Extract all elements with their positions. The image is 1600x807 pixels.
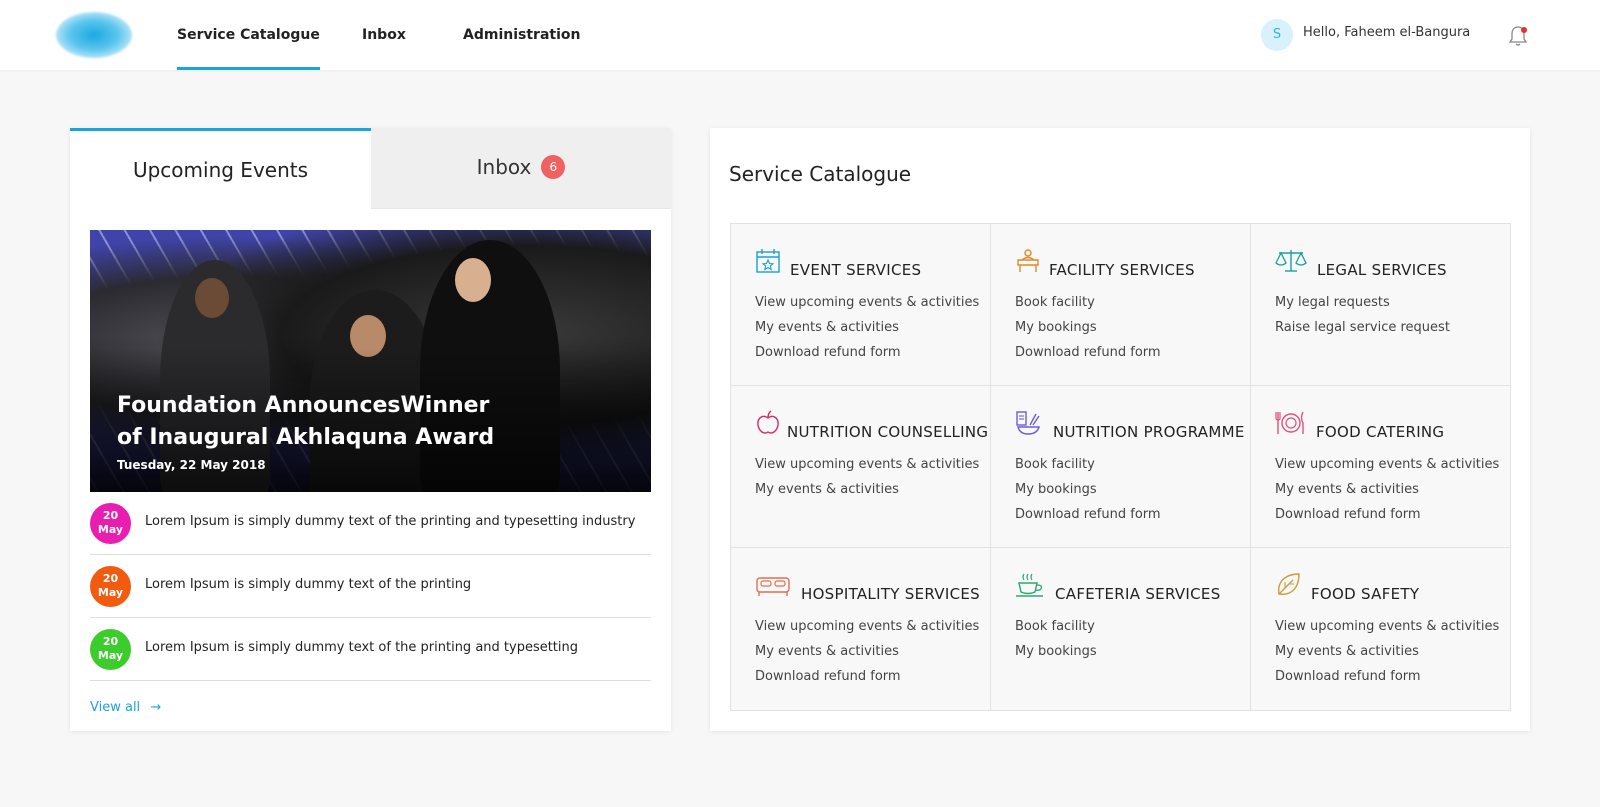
service-link[interactable]: My bookings: [1015, 482, 1097, 497]
facility-icon: [1017, 249, 1039, 272]
event-day: 20: [102, 635, 119, 648]
hero-date: Tuesday, 22 May 2018: [117, 458, 266, 472]
event-text: Lorem Ipsum is simply dummy text of the …: [145, 514, 636, 529]
service-card-legal-services: LEGAL SERVICES My legal requests Raise l…: [1251, 224, 1511, 386]
service-link[interactable]: Book facility: [1015, 619, 1095, 634]
event-date-badge: 20 May: [90, 503, 131, 544]
service-link[interactable]: My legal requests: [1275, 295, 1390, 310]
meal-icon: [1016, 411, 1040, 435]
service-card-nutrition-programme: NUTRITION PROGRAMME Book facility My boo…: [991, 386, 1251, 548]
service-catalogue-panel: Service Catalogue EVENT SERVICES View up…: [710, 128, 1530, 731]
event-date-badge: 20 May: [90, 629, 131, 670]
hero-title: Foundation AnnouncesWinner of Inaugural …: [117, 390, 517, 454]
service-card-facility-services: FACILITY SERVICES Book facility My booki…: [991, 224, 1251, 386]
service-card-event-services: EVENT SERVICES View upcoming events & ac…: [731, 224, 991, 386]
scales-icon: [1275, 250, 1307, 272]
service-title: FOOD SAFETY: [1311, 585, 1420, 603]
tab-inbox[interactable]: Inbox 6: [371, 128, 671, 209]
service-link[interactable]: My bookings: [1015, 320, 1097, 335]
service-grid: EVENT SERVICES View upcoming events & ac…: [730, 223, 1511, 711]
service-title: HOSPITALITY SERVICES: [801, 585, 980, 603]
view-all-label: View all: [90, 700, 141, 715]
service-link[interactable]: Download refund form: [1015, 345, 1161, 360]
service-link[interactable]: My events & activities: [1275, 482, 1419, 497]
list-item[interactable]: 20 May Lorem Ipsum is simply dummy text …: [90, 492, 651, 555]
service-link[interactable]: Download refund form: [1015, 507, 1161, 522]
service-title: FOOD CATERING: [1316, 423, 1445, 441]
events-panel: Upcoming Events Inbox 6 Foundation Announ…: [70, 128, 671, 731]
service-card-hospitality-services: HOSPITALITY SERVICES View upcoming event…: [731, 548, 991, 710]
plate-icon: [1275, 411, 1304, 434]
service-link[interactable]: My events & activities: [755, 320, 899, 335]
service-title: LEGAL SERVICES: [1317, 261, 1447, 279]
service-title: EVENT SERVICES: [790, 261, 922, 279]
hero-title-line-1: Foundation AnnouncesWinner: [117, 393, 490, 418]
event-date-badge: 20 May: [90, 566, 131, 607]
service-link[interactable]: View upcoming events & activities: [1275, 457, 1499, 472]
avatar[interactable]: S: [1261, 19, 1293, 51]
service-link[interactable]: Raise legal service request: [1275, 320, 1450, 335]
inbox-count-badge: 6: [541, 155, 566, 179]
event-month: May: [97, 649, 124, 662]
tab-inbox-label: Inbox: [476, 155, 532, 179]
service-link[interactable]: Download refund form: [755, 345, 901, 360]
nav-inbox[interactable]: Inbox: [362, 0, 406, 70]
service-card-nutrition-counselling: NUTRITION COUNSELLING View upcoming even…: [731, 386, 991, 548]
leaf-icon: [1278, 573, 1300, 595]
service-card-food-safety: FOOD SAFETY View upcoming events & activ…: [1251, 548, 1511, 710]
coffee-icon: [1016, 573, 1043, 597]
bed-icon: [756, 577, 790, 596]
service-link[interactable]: Book facility: [1015, 295, 1095, 310]
hero-title-line-2: of Inaugural Akhlaquna Award: [117, 425, 495, 450]
service-title: NUTRITION PROGRAMME: [1053, 423, 1245, 441]
event-day: 20: [102, 509, 119, 522]
service-title: CAFETERIA SERVICES: [1055, 585, 1221, 603]
list-item[interactable]: 20 May Lorem Ipsum is simply dummy text …: [90, 618, 651, 681]
service-card-cafeteria-services: CAFETERIA SERVICES Book facility My book…: [991, 548, 1251, 710]
service-link[interactable]: Book facility: [1015, 457, 1095, 472]
nav-administration[interactable]: Administration: [463, 0, 580, 70]
featured-news-banner[interactable]: Foundation AnnouncesWinner of Inaugural …: [90, 230, 651, 492]
arrow-right-icon: →: [150, 700, 162, 715]
service-link[interactable]: My events & activities: [1275, 644, 1419, 659]
list-item[interactable]: 20 May Lorem Ipsum is simply dummy text …: [90, 555, 651, 618]
service-card-food-catering: FOOD CATERING View upcoming events & act…: [1251, 386, 1511, 548]
service-title: FACILITY SERVICES: [1049, 261, 1195, 279]
nav-service-catalogue[interactable]: Service Catalogue: [177, 0, 320, 70]
calendar-icon: [756, 249, 780, 273]
service-link[interactable]: View upcoming events & activities: [755, 295, 979, 310]
service-link[interactable]: Download refund form: [755, 669, 901, 684]
view-all-link[interactable]: View all →: [90, 700, 161, 715]
service-link[interactable]: Download refund form: [1275, 507, 1421, 522]
service-link[interactable]: My bookings: [1015, 644, 1097, 659]
event-month: May: [97, 523, 124, 536]
event-day: 20: [102, 572, 119, 585]
user-greeting[interactable]: Hello, Faheem el-Bangura: [1303, 25, 1470, 40]
catalogue-title: Service Catalogue: [729, 162, 912, 186]
apple-icon: [757, 410, 779, 434]
service-link[interactable]: View upcoming events & activities: [1275, 619, 1499, 634]
service-link[interactable]: View upcoming events & activities: [755, 457, 979, 472]
event-text: Lorem Ipsum is simply dummy text of the …: [145, 577, 472, 592]
tab-upcoming-events[interactable]: Upcoming Events: [70, 128, 371, 209]
service-link[interactable]: View upcoming events & activities: [755, 619, 979, 634]
event-month: May: [97, 586, 124, 599]
service-title: NUTRITION COUNSELLING: [787, 423, 989, 441]
service-link[interactable]: My events & activities: [755, 644, 899, 659]
event-text: Lorem Ipsum is simply dummy text of the …: [145, 640, 579, 655]
tab-upcoming-events-label: Upcoming Events: [132, 158, 309, 182]
top-navigation-bar: Service Catalogue Inbox Administration S…: [0, 0, 1600, 70]
notification-dot: [1521, 27, 1527, 33]
service-link[interactable]: Download refund form: [1275, 669, 1421, 684]
logo[interactable]: [56, 12, 132, 58]
service-link[interactable]: My events & activities: [755, 482, 899, 497]
